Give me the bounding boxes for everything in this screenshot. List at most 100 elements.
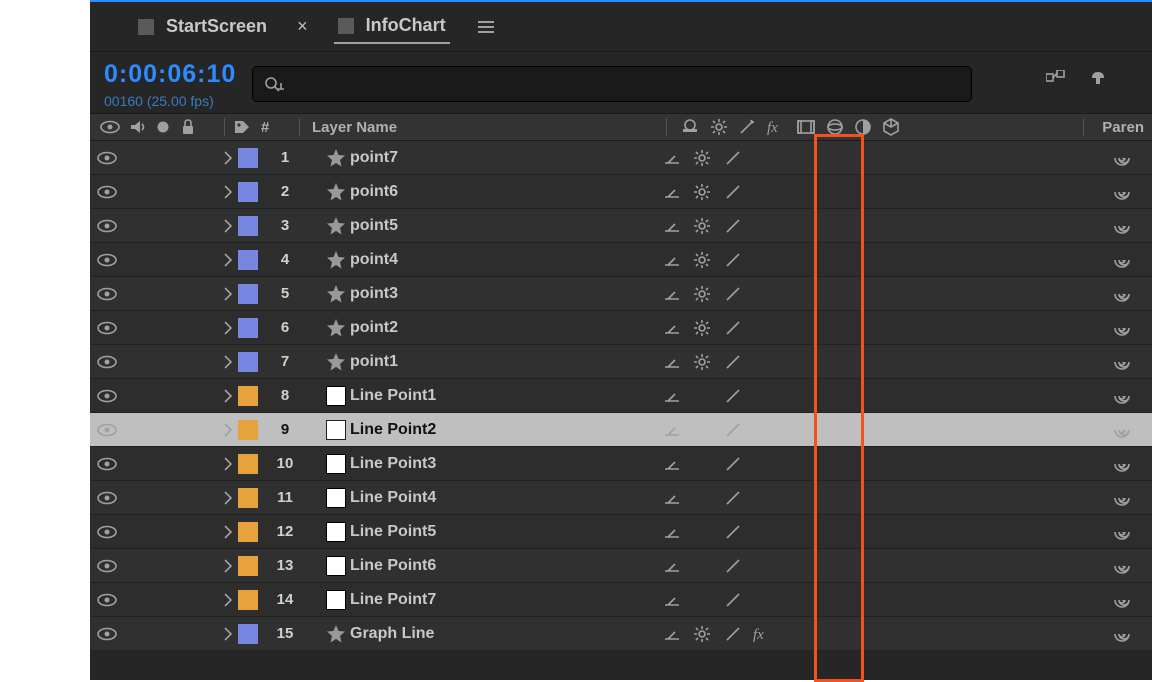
- layername-column-header[interactable]: Layer Name: [302, 119, 664, 136]
- fx-switch[interactable]: [752, 351, 772, 373]
- label-color-swatch[interactable]: [238, 522, 258, 542]
- solo-column-icon[interactable]: [156, 120, 170, 134]
- parent-pickwhip-icon[interactable]: [1096, 148, 1152, 168]
- twirl-icon[interactable]: [218, 524, 238, 540]
- fx-switch[interactable]: [752, 487, 772, 509]
- parent-pickwhip-icon[interactable]: [1096, 284, 1152, 304]
- twirl-icon[interactable]: [218, 354, 238, 370]
- parent-pickwhip-icon[interactable]: [1096, 454, 1152, 474]
- layer-row[interactable]: 8 Line Point1: [90, 379, 1152, 413]
- shy-switch[interactable]: [662, 181, 682, 203]
- layer-row[interactable]: 12 Line Point5: [90, 515, 1152, 549]
- visibility-toggle[interactable]: [90, 219, 124, 233]
- visibility-toggle[interactable]: [90, 491, 124, 505]
- layer-name[interactable]: point1: [350, 353, 650, 371]
- layer-name[interactable]: point5: [350, 217, 650, 235]
- adjustment-switch-header-icon[interactable]: [855, 119, 871, 135]
- collapse-switch[interactable]: [692, 623, 712, 645]
- layer-row[interactable]: 2 point6: [90, 175, 1152, 209]
- shy-switch[interactable]: [662, 555, 682, 577]
- parent-pickwhip-icon[interactable]: [1096, 216, 1152, 236]
- quality-switch[interactable]: [722, 249, 742, 271]
- twirl-icon[interactable]: [218, 490, 238, 506]
- quality-switch[interactable]: [722, 215, 742, 237]
- twirl-icon[interactable]: [218, 388, 238, 404]
- layer-row[interactable]: 4 point4: [90, 243, 1152, 277]
- layer-name[interactable]: Line Point3: [350, 455, 650, 473]
- fx-switch[interactable]: [752, 215, 772, 237]
- quality-switch[interactable]: [722, 453, 742, 475]
- shy-switch-header-icon[interactable]: [681, 119, 699, 135]
- motionblur-switch-header-icon[interactable]: [827, 119, 843, 135]
- shy-switch[interactable]: [662, 623, 682, 645]
- tab-infochart[interactable]: InfoChart: [334, 9, 450, 44]
- visibility-toggle[interactable]: [90, 151, 124, 165]
- shy-switch[interactable]: [662, 419, 682, 441]
- shy-switch[interactable]: [662, 351, 682, 373]
- layer-search-input[interactable]: [252, 66, 972, 102]
- visibility-toggle[interactable]: [90, 559, 124, 573]
- index-column-header[interactable]: #: [257, 119, 297, 136]
- fx-switch[interactable]: [752, 521, 772, 543]
- label-column-icon[interactable]: [233, 119, 251, 135]
- layer-row[interactable]: 6 point2: [90, 311, 1152, 345]
- fx-switch-header-icon[interactable]: [767, 119, 785, 135]
- visibility-toggle[interactable]: [90, 253, 124, 267]
- fx-switch[interactable]: [752, 283, 772, 305]
- layer-row[interactable]: 14 Line Point7: [90, 583, 1152, 617]
- quality-switch[interactable]: [722, 589, 742, 611]
- parent-pickwhip-icon[interactable]: [1096, 420, 1152, 440]
- parent-pickwhip-icon[interactable]: [1096, 624, 1152, 644]
- layer-row[interactable]: 15 Graph Line: [90, 617, 1152, 651]
- collapse-switch[interactable]: [692, 249, 712, 271]
- quality-switch[interactable]: [722, 623, 742, 645]
- parent-pickwhip-icon[interactable]: [1096, 522, 1152, 542]
- close-tab-icon[interactable]: ×: [293, 16, 312, 37]
- layer-name[interactable]: point2: [350, 319, 650, 337]
- visibility-toggle[interactable]: [90, 389, 124, 403]
- layer-row[interactable]: 1 point7: [90, 141, 1152, 175]
- quality-switch[interactable]: [722, 419, 742, 441]
- visibility-toggle[interactable]: [90, 287, 124, 301]
- shy-switch[interactable]: [662, 317, 682, 339]
- twirl-icon[interactable]: [218, 286, 238, 302]
- twirl-icon[interactable]: [218, 150, 238, 166]
- quality-switch-header-icon[interactable]: [739, 119, 755, 135]
- shy-switch[interactable]: [662, 453, 682, 475]
- layer-row[interactable]: 9 Line Point2: [90, 413, 1152, 447]
- layer-name[interactable]: point4: [350, 251, 650, 269]
- fx-switch[interactable]: [752, 249, 772, 271]
- fx-switch[interactable]: [752, 589, 772, 611]
- current-frame-info[interactable]: 00160 (25.00 fps): [104, 93, 236, 109]
- fx-switch[interactable]: [752, 623, 772, 645]
- label-color-swatch[interactable]: [238, 148, 258, 168]
- shy-switch[interactable]: [662, 487, 682, 509]
- fx-switch[interactable]: [752, 555, 772, 577]
- label-color-swatch[interactable]: [238, 284, 258, 304]
- video-column-icon[interactable]: [100, 120, 120, 134]
- visibility-toggle[interactable]: [90, 593, 124, 607]
- parent-pickwhip-icon[interactable]: [1096, 352, 1152, 372]
- label-color-swatch[interactable]: [238, 182, 258, 202]
- layer-name[interactable]: Graph Line: [350, 625, 650, 643]
- visibility-toggle[interactable]: [90, 457, 124, 471]
- collapse-switch[interactable]: [692, 283, 712, 305]
- collapse-switch[interactable]: [692, 521, 712, 543]
- visibility-toggle[interactable]: [90, 525, 124, 539]
- layer-name[interactable]: Line Point2: [350, 421, 650, 439]
- fx-switch[interactable]: [752, 385, 772, 407]
- twirl-icon[interactable]: [218, 592, 238, 608]
- layer-row[interactable]: 7 point1: [90, 345, 1152, 379]
- fx-switch[interactable]: [752, 147, 772, 169]
- parent-pickwhip-icon[interactable]: [1096, 556, 1152, 576]
- label-color-swatch[interactable]: [238, 216, 258, 236]
- quality-switch[interactable]: [722, 385, 742, 407]
- visibility-toggle[interactable]: [90, 355, 124, 369]
- twirl-icon[interactable]: [218, 218, 238, 234]
- layer-row[interactable]: 13 Line Point6: [90, 549, 1152, 583]
- layer-row[interactable]: 11 Line Point4: [90, 481, 1152, 515]
- visibility-toggle[interactable]: [90, 627, 124, 641]
- label-color-swatch[interactable]: [238, 420, 258, 440]
- collapse-switch[interactable]: [692, 215, 712, 237]
- collapse-switch[interactable]: [692, 419, 712, 441]
